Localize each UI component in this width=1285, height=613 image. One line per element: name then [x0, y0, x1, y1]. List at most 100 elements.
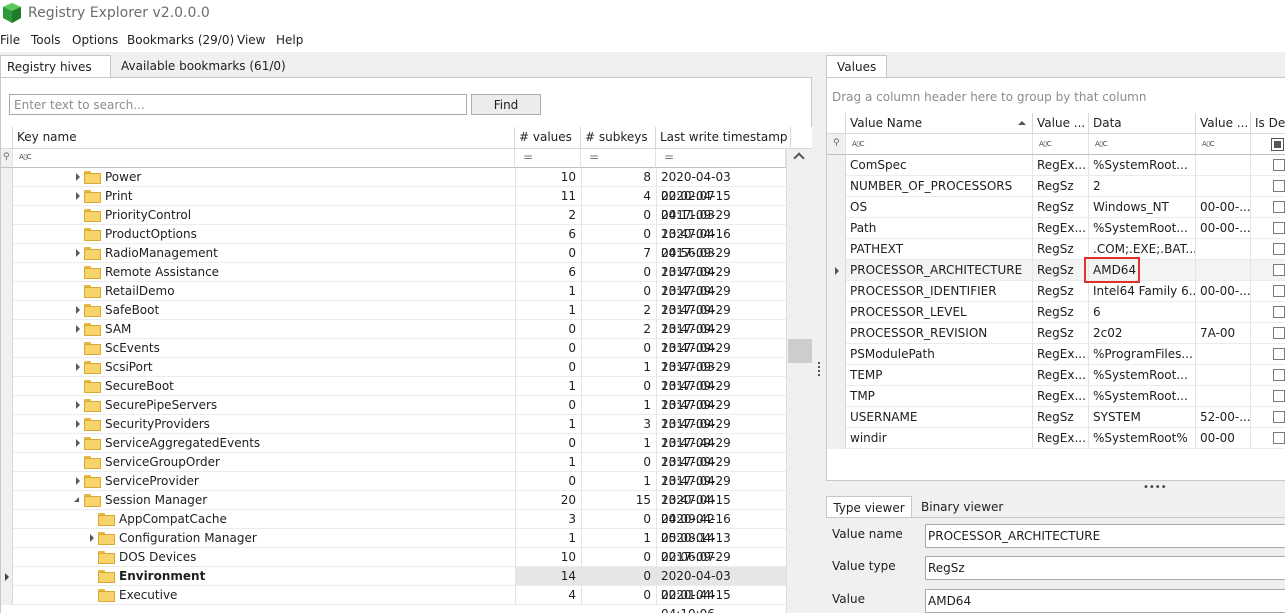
subkeys-count-cell[interactable]: 4 — [581, 187, 656, 206]
value-slack-cell[interactable] — [1196, 302, 1251, 323]
column-header-timestamp[interactable]: Last write timestamp — [656, 127, 791, 149]
row-indicator[interactable] — [1, 377, 13, 396]
row-indicator[interactable] — [827, 302, 846, 323]
tree-row[interactable]: SafeBoot 1 2 2017-09-29 13:47:04 — [1, 301, 786, 336]
menu-bookmarks[interactable]: Bookmarks (29/0) — [127, 33, 234, 47]
value-slack-cell[interactable] — [1196, 344, 1251, 365]
is-deleted-cell[interactable] — [1251, 197, 1285, 218]
value-row[interactable]: PSModulePath RegEx... %ProgramFiles... — [827, 344, 1285, 365]
search-input[interactable] — [9, 94, 467, 115]
timestamp-cell[interactable]: 2017-09-29 13:47:04 — [656, 206, 786, 241]
tab-binary-viewer[interactable]: Binary viewer — [921, 496, 1003, 519]
row-indicator[interactable] — [1, 567, 13, 586]
tree-row[interactable]: ScsiPort 0 1 2017-09-29 13:47:04 — [1, 358, 786, 393]
subkeys-count-cell[interactable]: 1 — [581, 396, 656, 415]
timestamp-cell[interactable]: 2017-09-29 13:47:44 — [656, 415, 786, 450]
values-count-cell[interactable]: 0 — [515, 339, 581, 358]
row-indicator[interactable] — [1, 548, 13, 567]
row-indicator[interactable] — [1, 320, 13, 339]
value-slack-cell[interactable]: 00-00-... — [1196, 218, 1251, 239]
values-count-cell[interactable]: 6 — [515, 225, 581, 244]
value-slack-cell[interactable] — [1196, 176, 1251, 197]
value-row[interactable]: TEMP RegEx... %SystemRoot... — [827, 365, 1285, 386]
is-deleted-checkbox[interactable] — [1273, 348, 1285, 360]
is-deleted-cell[interactable] — [1251, 281, 1285, 302]
row-indicator[interactable] — [1, 206, 13, 225]
values-count-cell[interactable]: 0 — [515, 320, 581, 339]
timestamp-cell[interactable]: 2017-09-29 13:47:04 — [656, 358, 786, 393]
menu-options[interactable]: Options — [72, 33, 118, 47]
values-count-cell[interactable]: 6 — [515, 263, 581, 282]
is-deleted-cell[interactable] — [1251, 155, 1285, 176]
expand-arrow-icon[interactable] — [76, 363, 80, 371]
key-name-cell[interactable]: SafeBoot — [13, 301, 515, 320]
value-data-cell[interactable]: %SystemRoot... — [1089, 155, 1196, 176]
row-indicator[interactable] — [1, 396, 13, 415]
expand-arrow-icon[interactable] — [76, 192, 80, 200]
timestamp-cell[interactable]: 2020-04-03 02:02:07 — [656, 168, 786, 203]
row-indicator[interactable] — [1, 586, 13, 605]
subkeys-count-cell[interactable]: 7 — [581, 244, 656, 263]
row-indicator[interactable] — [827, 365, 846, 386]
value-slack-cell[interactable]: 00-00-... — [1196, 197, 1251, 218]
value-row[interactable]: OS RegSz Windows_NT 00-00-... — [827, 197, 1285, 218]
row-indicator[interactable] — [1, 244, 13, 263]
is-deleted-cell[interactable] — [1251, 239, 1285, 260]
row-indicator[interactable] — [827, 344, 846, 365]
row-indicator[interactable] — [1, 301, 13, 320]
tree-row[interactable]: SAM 0 2 2017-09-29 13:47:04 — [1, 320, 786, 355]
subkeys-count-cell[interactable]: 15 — [581, 491, 656, 510]
key-name-cell[interactable]: Environment — [13, 567, 515, 586]
row-indicator[interactable] — [827, 281, 846, 302]
tree-scrollbar[interactable] — [786, 149, 812, 613]
is-deleted-checkbox[interactable] — [1273, 180, 1285, 192]
tree-row[interactable]: Session Manager 20 15 2020-04-15 04:09:4… — [1, 491, 786, 526]
key-name-cell[interactable]: Configuration Manager — [13, 529, 515, 548]
row-indicator[interactable] — [827, 260, 846, 281]
timestamp-cell[interactable]: 2017-09-29 13:47:04 — [656, 396, 786, 431]
value-type-cell[interactable]: RegSz — [1033, 407, 1089, 428]
subkeys-count-cell[interactable]: 0 — [581, 206, 656, 225]
subkeys-count-cell[interactable]: 8 — [581, 168, 656, 187]
tree-row[interactable]: RetailDemo 1 0 2017-09-29 13:47:04 — [1, 282, 786, 317]
value-data-cell[interactable]: %SystemRoot... — [1089, 386, 1196, 407]
key-name-cell[interactable]: Print — [13, 187, 515, 206]
filter-data[interactable]: A▯C — [1089, 134, 1196, 155]
value-slack-cell[interactable] — [1196, 365, 1251, 386]
values-count-cell[interactable]: 0 — [515, 472, 581, 491]
key-name-cell[interactable]: Remote Assistance — [13, 263, 515, 282]
key-name-cell[interactable]: SecurePipeServers — [13, 396, 515, 415]
timestamp-cell[interactable]: 2017-09-29 13:47:04 — [656, 282, 786, 317]
key-name-cell[interactable]: RetailDemo — [13, 282, 515, 301]
key-name-cell[interactable]: PriorityControl — [13, 206, 515, 225]
value-row[interactable]: PROCESSOR_ARCHITECTURE RegSz AMD64 — [827, 260, 1285, 281]
values-count-cell[interactable]: 0 — [515, 434, 581, 453]
filter-timestamp[interactable]: = — [656, 149, 786, 168]
value-name-cell[interactable]: PROCESSOR_ARCHITECTURE — [846, 260, 1033, 281]
value-name-cell[interactable]: PSModulePath — [846, 344, 1033, 365]
column-header-value-slack[interactable]: Value ... — [1196, 113, 1251, 134]
values-count-cell[interactable]: 1 — [515, 415, 581, 434]
value-type-cell[interactable]: RegSz — [1033, 302, 1089, 323]
tree-row[interactable]: Print 11 4 2020-04-15 04:11:03 — [1, 187, 786, 222]
value-row[interactable]: PROCESSOR_LEVEL RegSz 6 — [827, 302, 1285, 323]
filter-value-name[interactable]: A▯C — [846, 134, 1033, 155]
row-indicator[interactable] — [1, 339, 13, 358]
subkeys-count-cell[interactable]: 0 — [581, 567, 656, 586]
timestamp-cell[interactable]: 2017-09-29 13:47:04 — [656, 301, 786, 336]
is-deleted-checkbox[interactable] — [1273, 201, 1285, 213]
row-indicator[interactable] — [827, 428, 846, 449]
is-deleted-checkbox[interactable] — [1273, 411, 1285, 423]
value-data-cell[interactable]: %SystemRoot... — [1089, 218, 1196, 239]
is-deleted-cell[interactable] — [1251, 344, 1285, 365]
row-indicator[interactable] — [827, 407, 846, 428]
values-count-cell[interactable]: 0 — [515, 358, 581, 377]
tree-row[interactable]: Configuration Manager 1 1 2020-04-13 02:… — [1, 529, 786, 564]
value-type-field[interactable]: RegSz — [925, 556, 1285, 580]
tree-row[interactable]: ServiceAggregatedEvents 0 1 2017-09-29 1… — [1, 434, 786, 469]
value-field[interactable]: AMD64 — [925, 589, 1285, 613]
value-data-cell[interactable]: AMD64 — [1089, 260, 1196, 281]
tree-row[interactable]: RadioManagement 0 7 2017-09-29 13:47:04 — [1, 244, 786, 279]
scroll-up-icon[interactable] — [793, 152, 805, 164]
values-count-cell[interactable]: 20 — [515, 491, 581, 510]
